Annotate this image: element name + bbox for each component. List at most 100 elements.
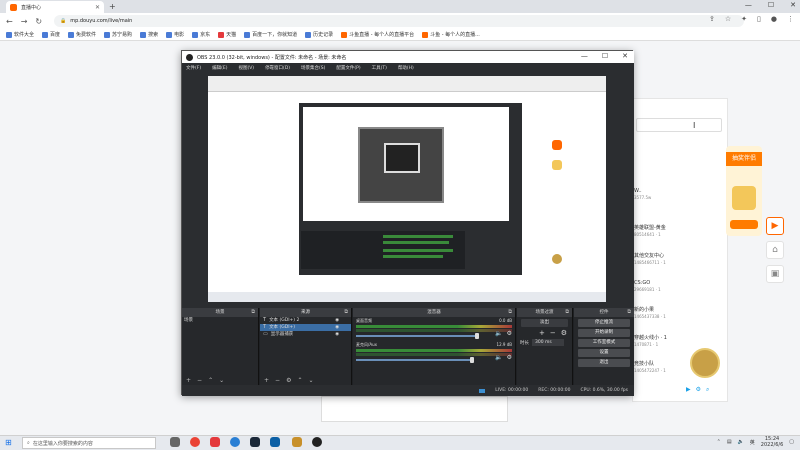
menu-edit[interactable]: 编辑(E): [212, 65, 227, 71]
browser-tab[interactable]: 直播中心 ✕: [6, 1, 104, 13]
bookmark-item[interactable]: 免费软件: [68, 31, 96, 38]
bookmark-item[interactable]: 斗鱼 - 每个人的直播...: [422, 31, 480, 38]
speaker-icon[interactable]: 🔈: [495, 354, 502, 361]
bookmark-item[interactable]: 斗鱼直播 - 每个人的直播平台: [341, 31, 414, 38]
gear-icon[interactable]: ⚙: [507, 354, 512, 361]
new-tab-icon[interactable]: +: [109, 2, 116, 11]
task-view-icon[interactable]: [170, 437, 180, 447]
ad-cta-button[interactable]: [730, 220, 758, 229]
scene-item[interactable]: 场景: [182, 317, 258, 324]
chrome-icon[interactable]: [190, 437, 200, 447]
menu-help[interactable]: 帮助(H): [398, 65, 414, 71]
menu-profile[interactable]: 配置文件(P): [336, 65, 360, 71]
source-item[interactable]: T 文本 (GDI+) 2 ◉: [260, 317, 351, 324]
transition-select[interactable]: 淡出: [521, 319, 568, 327]
speaker-icon[interactable]: 🔈: [495, 330, 502, 337]
dock-pin-icon[interactable]: ⧉: [627, 308, 631, 317]
app-icon[interactable]: [270, 437, 280, 447]
add-scene-icon[interactable]: +: [186, 377, 191, 384]
list-item[interactable]: 新的小果 1465437338 · 1: [634, 306, 714, 319]
move-down-icon[interactable]: ⌄: [219, 377, 224, 384]
list-item[interactable]: CS:GO 29669181 · 1: [634, 280, 714, 292]
move-down-icon[interactable]: ⌄: [308, 377, 313, 384]
share-icon[interactable]: ⇪: [709, 15, 715, 23]
obs-close-icon[interactable]: ✕: [622, 52, 628, 60]
dock-pin-icon[interactable]: ⧉: [251, 308, 255, 317]
volume-slider[interactable]: [356, 333, 480, 339]
app-icon[interactable]: [230, 437, 240, 447]
slider-handle[interactable]: [475, 333, 480, 339]
bookmark-item[interactable]: 京东: [192, 31, 210, 38]
menu-view[interactable]: 视图(V): [238, 65, 254, 71]
move-up-icon[interactable]: ⌃: [297, 377, 302, 384]
source-item[interactable]: ▭ 显示器捕获 ◉: [260, 331, 351, 338]
menu-file[interactable]: 文件(F): [186, 65, 201, 71]
source-settings-icon[interactable]: ⚙: [286, 377, 291, 384]
close-tab-icon[interactable]: ✕: [95, 4, 100, 11]
add-source-icon[interactable]: +: [264, 377, 269, 384]
notification-icon[interactable]: ▢: [789, 439, 794, 445]
dock-pin-icon[interactable]: ⧉: [344, 308, 348, 317]
gear-icon[interactable]: ⚙: [507, 330, 512, 337]
obs-preview[interactable]: [182, 72, 634, 308]
minimize-icon[interactable]: —: [745, 1, 752, 9]
reload-icon[interactable]: ↻: [35, 17, 42, 26]
bookmark-item[interactable]: 历史记录: [305, 31, 333, 38]
streamer-avatar[interactable]: [690, 348, 720, 378]
home-side-icon[interactable]: ⌂: [766, 241, 784, 259]
profile-icon[interactable]: ●: [771, 15, 777, 23]
lottery-ad-banner[interactable]: 抽奖伴侣: [726, 146, 762, 236]
remove-transition-icon[interactable]: −: [550, 329, 556, 337]
obs-taskbar-icon[interactable]: [312, 437, 322, 447]
source-item[interactable]: T 文本 (GDI+) ◉: [260, 324, 351, 331]
star-icon[interactable]: ☆: [725, 15, 731, 23]
bookmark-item[interactable]: 百度: [42, 31, 60, 38]
search-icon[interactable]: ⌕: [706, 386, 709, 394]
play-side-icon[interactable]: ▶: [766, 217, 784, 235]
taskbar-search[interactable]: ⌕ 在这里输入你要搜索的内容: [22, 437, 156, 449]
bookmark-item[interactable]: 百度一下，你就知道: [244, 31, 297, 38]
play-icon[interactable]: ▶: [686, 386, 691, 394]
ime-lang[interactable]: 英: [750, 439, 755, 446]
forward-icon[interactable]: →: [21, 17, 28, 26]
app-icon[interactable]: [292, 437, 302, 447]
bookmark-item[interactable]: 软件大全: [6, 31, 34, 38]
list-item[interactable]: 其他交友中心 1485466711 · 1: [634, 252, 714, 265]
windows-start-icon[interactable]: ⊞: [5, 438, 12, 447]
image-side-icon[interactable]: ▣: [766, 265, 784, 283]
settings-icon[interactable]: ⚙: [696, 386, 701, 394]
dock-pin-icon[interactable]: ⧉: [565, 308, 569, 317]
back-icon[interactable]: ←: [6, 17, 13, 26]
chevron-up-icon[interactable]: ⌃: [717, 439, 721, 445]
obs-maximize-icon[interactable]: ☐: [602, 52, 608, 60]
list-item[interactable]: W.. 3577.5w: [634, 188, 714, 200]
steam-icon[interactable]: [250, 437, 260, 447]
bookmark-item[interactable]: 电影: [166, 31, 184, 38]
list-item[interactable]: 穿越火线小 · 1 1470871 · 1: [634, 334, 714, 347]
menu-icon[interactable]: ⋮: [787, 15, 794, 23]
obs-minimize-icon[interactable]: —: [581, 52, 588, 60]
visibility-eye-icon[interactable]: ◉: [335, 324, 339, 331]
clock[interactable]: 15:24 2022/6/6: [761, 436, 783, 448]
menu-scene-collection[interactable]: 场景集合(S): [301, 65, 325, 71]
visibility-eye-icon[interactable]: ◉: [335, 317, 339, 324]
bookmark-item[interactable]: 搜索: [140, 31, 158, 38]
studio-mode-button[interactable]: 工作室模式: [578, 339, 630, 347]
start-recording-button[interactable]: 开始录制: [578, 329, 630, 337]
menu-tools[interactable]: 工具(T): [372, 65, 387, 71]
duration-input[interactable]: 300 ms: [532, 339, 564, 346]
volume-icon[interactable]: 🔈: [738, 439, 744, 445]
volume-slider[interactable]: [356, 357, 474, 363]
dock-pin-icon[interactable]: ⧉: [508, 308, 512, 317]
list-item[interactable]: 英雄联盟-黄金 80514641 · 1: [634, 224, 714, 237]
visibility-eye-icon[interactable]: ◉: [335, 331, 339, 338]
bookmark-item[interactable]: 天猫: [218, 31, 236, 38]
close-window-icon[interactable]: ✕: [790, 1, 796, 9]
remove-scene-icon[interactable]: −: [197, 377, 202, 384]
address-bar[interactable]: 🔒 mp.douyu.com/live/main: [54, 15, 744, 27]
move-up-icon[interactable]: ⌃: [208, 377, 213, 384]
maximize-icon[interactable]: ☐: [768, 1, 774, 9]
menu-docks[interactable]: 停靠窗口(D): [265, 65, 290, 71]
app-icon[interactable]: [210, 437, 220, 447]
stop-streaming-button[interactable]: 停止推流: [578, 319, 630, 327]
